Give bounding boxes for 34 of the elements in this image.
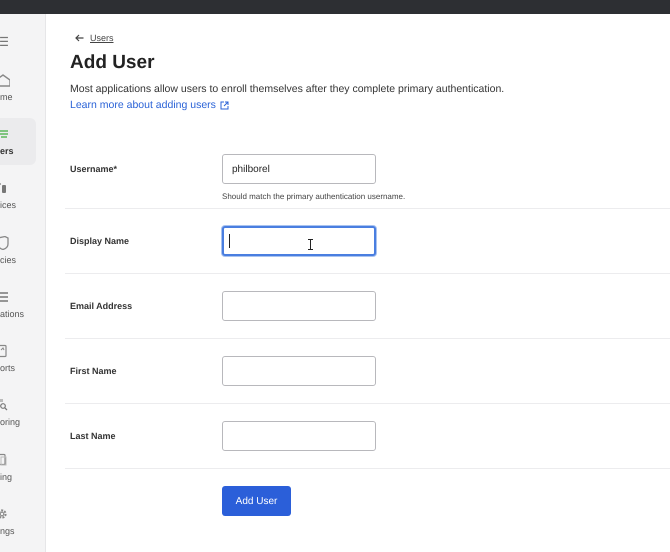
nav-item[interactable]: me [0, 64, 36, 112]
house-icon [0, 72, 10, 87]
input-field[interactable]: philborel [222, 154, 376, 184]
field-label: First Name [69, 366, 118, 376]
text-cursor-icon [308, 239, 313, 250]
input-field[interactable] [222, 291, 376, 321]
field-label: Email Address [69, 301, 134, 311]
nav-item[interactable]: orts [0, 335, 36, 382]
field-label: Username* [69, 163, 118, 174]
breadcrumb-link[interactable]: Users [75, 33, 114, 43]
hint-text: Should match the primary authentication username. [222, 192, 406, 201]
input-field[interactable] [222, 226, 376, 256]
nav-item[interactable]: ations [0, 280, 36, 328]
nav-item[interactable]: ers [0, 118, 36, 166]
nav-item[interactable]: oring [0, 389, 36, 436]
field-label: Last Name [69, 431, 117, 441]
input-field[interactable] [222, 356, 376, 386]
nav-item[interactable]: ices [0, 172, 36, 220]
magnifier-icon [0, 398, 10, 412]
external-link-icon [220, 100, 229, 110]
nav-item[interactable]: cies [0, 226, 36, 274]
learn-more-link[interactable]: Learn more about adding users [70, 99, 229, 111]
add-user-button[interactable]: Add User [222, 486, 291, 516]
description-text: Most applications allow users to enroll themselves after they complete primary authentication. [70, 83, 506, 95]
menu-icon[interactable] [0, 36, 8, 47]
list-icon [0, 290, 10, 304]
shield-icon [0, 236, 10, 250]
field-label: Display Name [69, 236, 130, 246]
back-arrow-icon [75, 34, 84, 42]
nav-item[interactable]: ngs [0, 498, 36, 545]
input-field[interactable] [222, 421, 376, 451]
nav-item[interactable]: ing [0, 443, 36, 491]
text-caret [229, 234, 230, 248]
page-title: Add User [70, 52, 156, 74]
